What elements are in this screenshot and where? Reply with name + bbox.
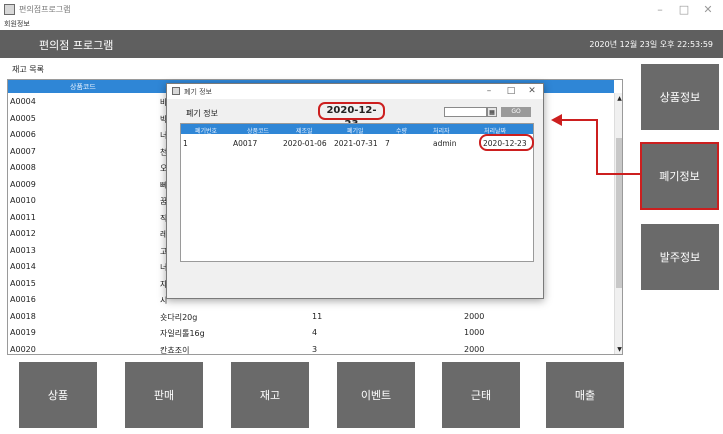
- window-title: 편의점프로그램: [19, 5, 71, 14]
- cell-code: A0016: [10, 295, 36, 304]
- product-info-button[interactable]: 상품정보: [641, 64, 719, 130]
- column-header[interactable]: 제조일: [296, 126, 313, 135]
- cell-name: 칸쵸조이: [160, 345, 190, 355]
- cell-name: 자일리톨16g: [160, 329, 205, 338]
- menu-member-info[interactable]: 회원정보: [4, 19, 30, 29]
- window-title-bar: 편의점프로그램 – □ ✕: [0, 0, 723, 20]
- cell-code: A0006: [10, 130, 36, 139]
- cell-handler: admin: [433, 139, 457, 148]
- cell-code: A0015: [10, 278, 36, 288]
- cell-quantity: 11: [312, 311, 323, 321]
- maximize-icon[interactable]: □: [673, 2, 695, 18]
- sales-button[interactable]: 판매: [125, 362, 203, 428]
- cell-code: A0013: [10, 245, 36, 255]
- event-button[interactable]: 이벤트: [337, 362, 415, 428]
- scroll-down-icon[interactable]: ▼: [615, 346, 622, 353]
- dialog-minimize-icon[interactable]: –: [482, 85, 496, 98]
- go-button[interactable]: GO: [501, 107, 531, 117]
- close-icon[interactable]: ✕: [697, 2, 719, 18]
- cell-code: A0007: [10, 146, 36, 156]
- cell-code: A0011: [10, 212, 36, 222]
- dialog-title: 폐기 정보: [184, 88, 212, 96]
- cell-price: 2000: [464, 311, 485, 321]
- cell-code: A0018: [10, 311, 36, 321]
- cell-code: A0012: [10, 229, 36, 238]
- cell-name: 숏다리20g: [160, 312, 198, 322]
- product-button[interactable]: 상품: [19, 362, 97, 428]
- calendar-icon[interactable]: ▦: [487, 107, 497, 117]
- table-row[interactable]: A0018 숏다리20g 11 2000: [8, 308, 614, 325]
- cell-code: A0005: [10, 113, 36, 123]
- column-header[interactable]: 폐기번호: [195, 126, 217, 135]
- disposal-table-header: 폐기번호 상품코드 제조일 폐기일 수량 처리자 처리날짜: [181, 124, 533, 135]
- cell-price: 1000: [464, 328, 485, 337]
- minimize-icon[interactable]: –: [649, 2, 671, 18]
- column-header[interactable]: 상품코드: [247, 126, 269, 135]
- order-info-button[interactable]: 발주정보: [641, 224, 719, 290]
- stock-list-title: 재고 목록: [12, 65, 44, 74]
- highlight-circle: [479, 134, 534, 151]
- cell-code: A0019: [10, 328, 36, 337]
- app-icon: [4, 4, 15, 15]
- dialog-maximize-icon[interactable]: □: [504, 85, 518, 98]
- date-input[interactable]: [444, 107, 487, 117]
- cell-disposal-date: 2021-07-31: [334, 139, 378, 148]
- dialog-close-icon[interactable]: ✕: [525, 85, 539, 98]
- annotation-arrow-icon: [551, 114, 640, 175]
- cell-quantity: 7: [385, 139, 390, 148]
- disposal-table[interactable]: 폐기번호 상품코드 제조일 폐기일 수량 처리자 처리날짜 1 A0017 20…: [180, 123, 534, 262]
- column-header[interactable]: 처리자: [433, 126, 450, 135]
- menu-bar: 회원정보: [0, 19, 723, 30]
- cell-quantity: 4: [312, 328, 318, 337]
- table-row[interactable]: A0019 자일리톨16g 4 1000: [8, 324, 614, 341]
- cell-product-code: A0017: [233, 139, 258, 148]
- disposal-info-button[interactable]: 폐기정보: [640, 142, 719, 210]
- cell-code: A0014: [10, 262, 36, 271]
- dialog-label: 폐기 정보: [186, 109, 218, 118]
- stock-button[interactable]: 재고: [231, 362, 309, 428]
- disposal-info-dialog: 폐기 정보 – □ ✕ 폐기 정보 2020-12-23 ▦ GO 폐기번호 상…: [166, 83, 544, 299]
- cell-code: A0010: [10, 196, 36, 205]
- column-header[interactable]: 수량: [396, 126, 407, 135]
- attendance-button[interactable]: 근태: [442, 362, 520, 428]
- cell-code: A0008: [10, 163, 36, 172]
- column-header[interactable]: 폐기일: [347, 126, 364, 135]
- clock-display: 2020년 12월 23일 오후 22:53:59: [589, 40, 713, 49]
- table-row[interactable]: A0020 칸쵸조이 3 2000: [8, 341, 614, 355]
- cell-code: A0009: [10, 179, 36, 189]
- cell-manufacture-date: 2020-01-06: [283, 139, 327, 148]
- cell-disposal-no: 1: [183, 139, 188, 148]
- cell-code: A0004: [10, 97, 36, 106]
- selected-date-display: 2020-12-23: [318, 102, 385, 130]
- dialog-app-icon: [172, 87, 180, 95]
- dialog-title-bar: 폐기 정보 – □ ✕: [167, 84, 543, 99]
- cell-quantity: 3: [312, 344, 318, 354]
- app-title: 편의점 프로그램: [39, 39, 114, 52]
- column-header-code[interactable]: 상품코드: [70, 82, 96, 92]
- cell-code: A0020: [10, 344, 36, 354]
- revenue-button[interactable]: 매출: [546, 362, 624, 428]
- cell-price: 2000: [464, 344, 485, 354]
- app-header: 편의점 프로그램 2020년 12월 23일 오후 22:53:59: [0, 30, 723, 58]
